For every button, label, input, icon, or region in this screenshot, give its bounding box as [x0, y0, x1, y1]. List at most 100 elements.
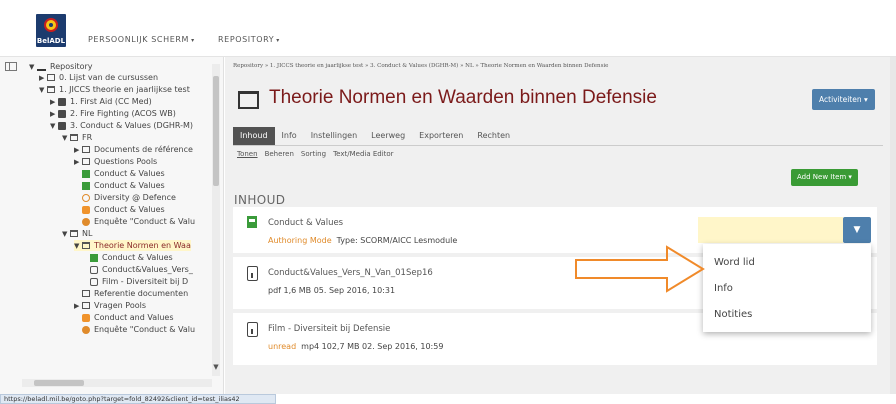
- expand-arrow-icon[interactable]: ▼: [29, 63, 37, 71]
- tree-item-label: 0. Lijst van de cursussen: [59, 73, 159, 82]
- subtab-text-media-editor[interactable]: Text/Media Editor: [333, 150, 393, 158]
- item-properties: pdf 1,6 MB 05. Sep 2016, 10:31: [268, 286, 395, 295]
- tree-item[interactable]: Referentie documenten: [82, 288, 188, 299]
- tab-exporteren[interactable]: Exporteren: [412, 127, 470, 145]
- tree-item[interactable]: Enquête "Conduct & Valu: [82, 216, 195, 227]
- tree-item[interactable]: Conduct & Values: [90, 252, 173, 263]
- expand-arrow-icon[interactable]: ▼: [39, 86, 47, 94]
- test-icon: [82, 205, 90, 214]
- repository-icon: [37, 63, 46, 71]
- folder-open-icon: [47, 86, 55, 93]
- test-icon: [82, 313, 90, 322]
- page-title: Theorie Normen en Waarden binnen Defensi…: [269, 87, 657, 108]
- tree-item[interactable]: Conduct and Values: [82, 312, 174, 323]
- beladl-logo[interactable]: BelADL: [36, 14, 66, 47]
- expand-arrow-icon[interactable]: ▶: [74, 146, 82, 154]
- expand-arrow-icon[interactable]: ▶: [74, 158, 82, 166]
- expand-arrow-icon[interactable]: ▶: [74, 302, 82, 310]
- scroll-down-icon[interactable]: ▼: [212, 363, 220, 371]
- tab-leerweg[interactable]: Leerweg: [364, 127, 412, 145]
- item-title[interactable]: Conduct&Values_Vers_N_Van_01Sep16: [268, 268, 433, 278]
- item-meta: mp4 102,7 MB 02. Sep 2016, 10:59: [301, 342, 444, 351]
- tree-item[interactable]: ▶ Documents de référence: [74, 144, 193, 155]
- item-actions-toggle[interactable]: ▼: [843, 217, 871, 243]
- course-icon: [58, 109, 66, 118]
- item-actions-highlight: [698, 217, 843, 243]
- top-header: BelADL PERSOONLIJK SCHERM ▾ REPOSITORY ▾: [0, 0, 896, 57]
- subtab-bar: Tonen Beheren Sorting Text/Media Editor: [237, 150, 394, 158]
- tree-item[interactable]: Conduct & Values: [82, 168, 165, 179]
- folder-icon: [238, 91, 259, 109]
- tree-item-current[interactable]: ▼ Theorie Normen en Waa: [74, 240, 191, 251]
- tree-item[interactable]: ▶ 2. Fire Fighting (ACOS WB): [50, 108, 176, 119]
- menu-item-word-lid[interactable]: Word lid: [714, 257, 755, 268]
- tree-scrollbar[interactable]: [212, 64, 220, 376]
- tree-item[interactable]: ▶ 0. Lijst van de cursussen: [39, 72, 158, 83]
- item-title[interactable]: Conduct & Values: [268, 218, 343, 228]
- expand-arrow-icon[interactable]: ▶: [39, 74, 47, 82]
- main-content: Repository » 1. JICCS theorie en jaarlij…: [225, 57, 890, 394]
- tree-item[interactable]: Conduct & Values: [82, 180, 165, 191]
- expand-arrow-icon[interactable]: ▼: [50, 122, 58, 130]
- scrollbar-thumb[interactable]: [213, 76, 219, 186]
- tree-item-label: Conduct and Values: [94, 313, 174, 322]
- nav-persoonlijk-scherm[interactable]: PERSOONLIJK SCHERM ▾: [88, 35, 195, 44]
- subtab-beheren[interactable]: Beheren: [265, 150, 294, 158]
- tree-horizontal-scrollbar[interactable]: [22, 379, 212, 387]
- menu-item-info[interactable]: Info: [714, 283, 733, 294]
- subtab-tonen[interactable]: Tonen: [237, 150, 258, 158]
- expand-arrow-icon[interactable]: ▼: [62, 134, 70, 142]
- tree-item[interactable]: ▼ 3. Conduct & Values (DGHR-M): [50, 120, 193, 131]
- tree-item[interactable]: Diversity @ Defence: [82, 192, 176, 203]
- tree-item[interactable]: ▼ 1. JICCS theorie en jaarlijkse test: [39, 84, 190, 95]
- survey-icon: [82, 325, 90, 334]
- tree-item[interactable]: ▶ Questions Pools: [74, 156, 157, 167]
- logo-text: BelADL: [36, 37, 66, 45]
- tree-item[interactable]: Conduct & Values: [82, 204, 165, 215]
- folder-icon: [47, 74, 55, 81]
- nav-label: REPOSITORY: [218, 35, 275, 44]
- folder-icon: [82, 302, 90, 309]
- tree-item[interactable]: ▼ FR: [62, 132, 92, 143]
- section-title: INHOUD: [234, 193, 286, 207]
- tree-item[interactable]: ▶ 1. First Aid (CC Med): [50, 96, 152, 107]
- subtab-sorting[interactable]: Sorting: [301, 150, 326, 158]
- expand-arrow-icon[interactable]: ▶: [50, 110, 58, 118]
- repository-tree: ▼ Repository ▶ 0. Lijst van de cursussen ▼…: [22, 59, 220, 379]
- menu-item-notities[interactable]: Notities: [714, 309, 752, 320]
- nav-repository[interactable]: REPOSITORY ▾: [218, 35, 280, 44]
- panel-toggle-icon[interactable]: [5, 62, 17, 71]
- tree-item[interactable]: ▶ Vragen Pools: [74, 300, 146, 311]
- item-properties: Authoring Mode Type: SCORM/AICC Lesmodule: [268, 236, 457, 245]
- file-icon: [90, 277, 98, 286]
- tab-rechten[interactable]: Rechten: [470, 127, 517, 145]
- expand-arrow-icon[interactable]: ▼: [62, 230, 70, 238]
- expand-arrow-icon[interactable]: ▼: [74, 242, 82, 250]
- expand-arrow-icon[interactable]: ▶: [50, 98, 58, 106]
- logo-seal-icon: [44, 18, 58, 32]
- tab-instellingen[interactable]: Instellingen: [304, 127, 364, 145]
- tree-item[interactable]: Enquête "Conduct & Valu: [82, 324, 195, 335]
- tree-item-label: Conduct & Values: [94, 205, 165, 214]
- tree-item[interactable]: ▼ Repository: [29, 61, 93, 72]
- course-icon: [58, 121, 66, 130]
- scorm-icon: [82, 169, 90, 178]
- chevron-down-icon: ▼: [853, 225, 861, 235]
- tree-item[interactable]: Film - Diversiteit bij D: [90, 276, 188, 287]
- divider: [233, 145, 883, 146]
- scrollbar-thumb[interactable]: [34, 380, 84, 386]
- tree-item-label: Vragen Pools: [94, 301, 146, 310]
- item-title[interactable]: Film - Diversiteit bij Defensie: [268, 324, 390, 334]
- tree-item-label: 2. Fire Fighting (ACOS WB): [70, 109, 176, 118]
- course-icon: [58, 97, 66, 106]
- add-new-item-button[interactable]: Add New Item ▾: [791, 169, 858, 186]
- tree-item-label: Enquête "Conduct & Valu: [94, 325, 196, 334]
- tree-item-label: Documents de référence: [94, 145, 193, 154]
- tree-item[interactable]: ▼ NL: [62, 228, 92, 239]
- breadcrumb[interactable]: Repository » 1. JICCS theorie en jaarlij…: [233, 63, 608, 69]
- activities-button[interactable]: Activiteiten ▾: [812, 89, 875, 110]
- tree-item[interactable]: Conduct&Values_Vers_: [90, 264, 193, 275]
- tab-inhoud[interactable]: Inhoud: [233, 127, 275, 145]
- tab-info[interactable]: Info: [275, 127, 304, 145]
- page-scrollbar[interactable]: [890, 57, 896, 394]
